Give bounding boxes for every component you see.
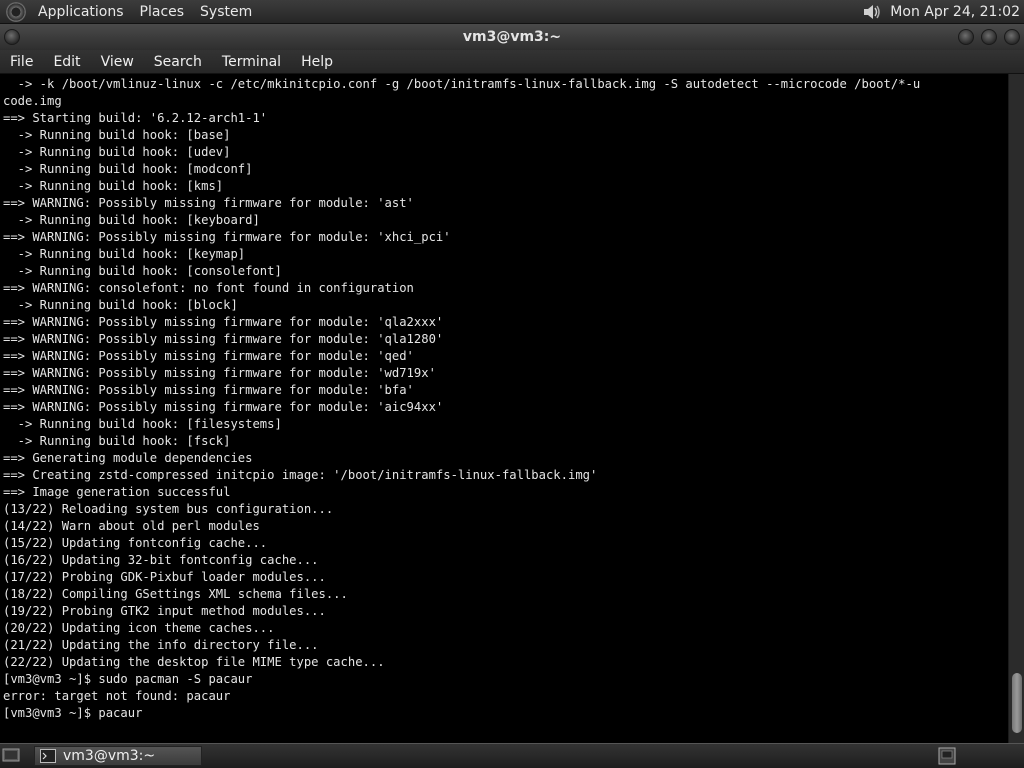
- bottom-panel: vm3@vm3:~: [0, 743, 1024, 768]
- window-menu-icon[interactable]: [4, 29, 20, 45]
- close-icon[interactable]: [1004, 29, 1020, 45]
- terminal-line: -> Running build hook: [keymap]: [3, 247, 246, 261]
- terminal-line: (22/22) Updating the desktop file MIME t…: [3, 655, 385, 669]
- terminal-line: ==> Starting build: '6.2.12-arch1-1': [3, 111, 268, 125]
- terminal-line: ==> Generating module dependencies: [3, 451, 253, 465]
- terminal-line: ==> Image generation successful: [3, 485, 231, 499]
- terminal-line: ==> WARNING: Possibly missing firmware f…: [3, 400, 444, 414]
- terminal-line: -> Running build hook: [modconf]: [3, 162, 253, 176]
- terminal-line: [vm3@vm3 ~]$ sudo pacman -S pacaur: [3, 672, 253, 686]
- terminal-output[interactable]: -> -k /boot/vmlinuz-linux -c /etc/mkinit…: [0, 74, 1008, 743]
- terminal-line: (20/22) Updating icon theme caches...: [3, 621, 275, 635]
- terminal-line: -> Running build hook: [consolefont]: [3, 264, 282, 278]
- terminal-line: [vm3@vm3 ~]$ pacaur: [3, 706, 143, 720]
- terminal-line: ==> WARNING: Possibly missing firmware f…: [3, 383, 414, 397]
- taskbar-window-label: vm3@vm3:~: [63, 748, 156, 764]
- terminal-line: -> Running build hook: [base]: [3, 128, 231, 142]
- terminal-line: (19/22) Probing GTK2 input method module…: [3, 604, 326, 618]
- show-desktop-icon[interactable]: [2, 747, 20, 764]
- terminal-window: vm3@vm3:~ File Edit View Search Terminal…: [0, 24, 1024, 743]
- title-bar[interactable]: vm3@vm3:~: [0, 24, 1024, 50]
- menu-search[interactable]: Search: [144, 50, 212, 74]
- scrollbar[interactable]: [1008, 74, 1024, 743]
- menu-file[interactable]: File: [0, 50, 43, 74]
- terminal-line: ==> Creating zstd-compressed initcpio im…: [3, 468, 598, 482]
- terminal-line: ==> WARNING: Possibly missing firmware f…: [3, 366, 436, 380]
- terminal-line: -> -k /boot/vmlinuz-linux -c /etc/mkinit…: [3, 77, 921, 91]
- gnome-foot-icon[interactable]: [6, 1, 26, 22]
- terminal-line: -> Running build hook: [block]: [3, 298, 238, 312]
- menu-help[interactable]: Help: [291, 50, 343, 74]
- terminal-line: (13/22) Reloading system bus configurati…: [3, 502, 334, 516]
- maximize-icon[interactable]: [981, 29, 997, 45]
- terminal-line: -> Running build hook: [keyboard]: [3, 213, 260, 227]
- terminal-line: ==> WARNING: Possibly missing firmware f…: [3, 315, 444, 329]
- top-panel: Applications Places System Mon Apr 24, 2…: [0, 0, 1024, 24]
- taskbar-window-button[interactable]: vm3@vm3:~: [34, 746, 202, 766]
- terminal-line: ==> WARNING: Possibly missing firmware f…: [3, 230, 451, 244]
- clock[interactable]: Mon Apr 24, 21:02: [890, 4, 1024, 20]
- menu-edit[interactable]: Edit: [43, 50, 90, 74]
- terminal-line: (14/22) Warn about old perl modules: [3, 519, 260, 533]
- menu-view[interactable]: View: [91, 50, 144, 74]
- terminal-line: error: target not found: pacaur: [3, 689, 231, 703]
- menu-bar: File Edit View Search Terminal Help: [0, 50, 1024, 74]
- window-title: vm3@vm3:~: [462, 29, 562, 45]
- terminal-line: (17/22) Probing GDK-Pixbuf loader module…: [3, 570, 326, 584]
- terminal-line: ==> WARNING: Possibly missing firmware f…: [3, 196, 414, 210]
- terminal-line: -> Running build hook: [udev]: [3, 145, 231, 159]
- menu-system[interactable]: System: [192, 0, 260, 24]
- terminal-line: code.img: [3, 94, 62, 108]
- terminal-line: -> Running build hook: [kms]: [3, 179, 224, 193]
- terminal-line: ==> WARNING: Possibly missing firmware f…: [3, 349, 414, 363]
- menu-places[interactable]: Places: [132, 0, 193, 24]
- terminal-icon: [40, 749, 56, 763]
- terminal-line: (18/22) Compiling GSettings XML schema f…: [3, 587, 348, 601]
- menu-applications[interactable]: Applications: [30, 0, 132, 24]
- terminal-line: (16/22) Updating 32-bit fontconfig cache…: [3, 553, 319, 567]
- terminal-line: -> Running build hook: [filesystems]: [3, 417, 282, 431]
- terminal-line: ==> WARNING: consolefont: no font found …: [3, 281, 414, 295]
- scrollbar-thumb[interactable]: [1012, 673, 1022, 733]
- minimize-icon[interactable]: [958, 29, 974, 45]
- terminal-line: ==> WARNING: Possibly missing firmware f…: [3, 332, 444, 346]
- volume-icon[interactable]: [862, 3, 882, 21]
- menu-terminal[interactable]: Terminal: [212, 50, 291, 74]
- workspace-icon[interactable]: [938, 747, 956, 765]
- terminal-line: -> Running build hook: [fsck]: [3, 434, 231, 448]
- terminal-line: (21/22) Updating the info directory file…: [3, 638, 319, 652]
- terminal-line: (15/22) Updating fontconfig cache...: [3, 536, 268, 550]
